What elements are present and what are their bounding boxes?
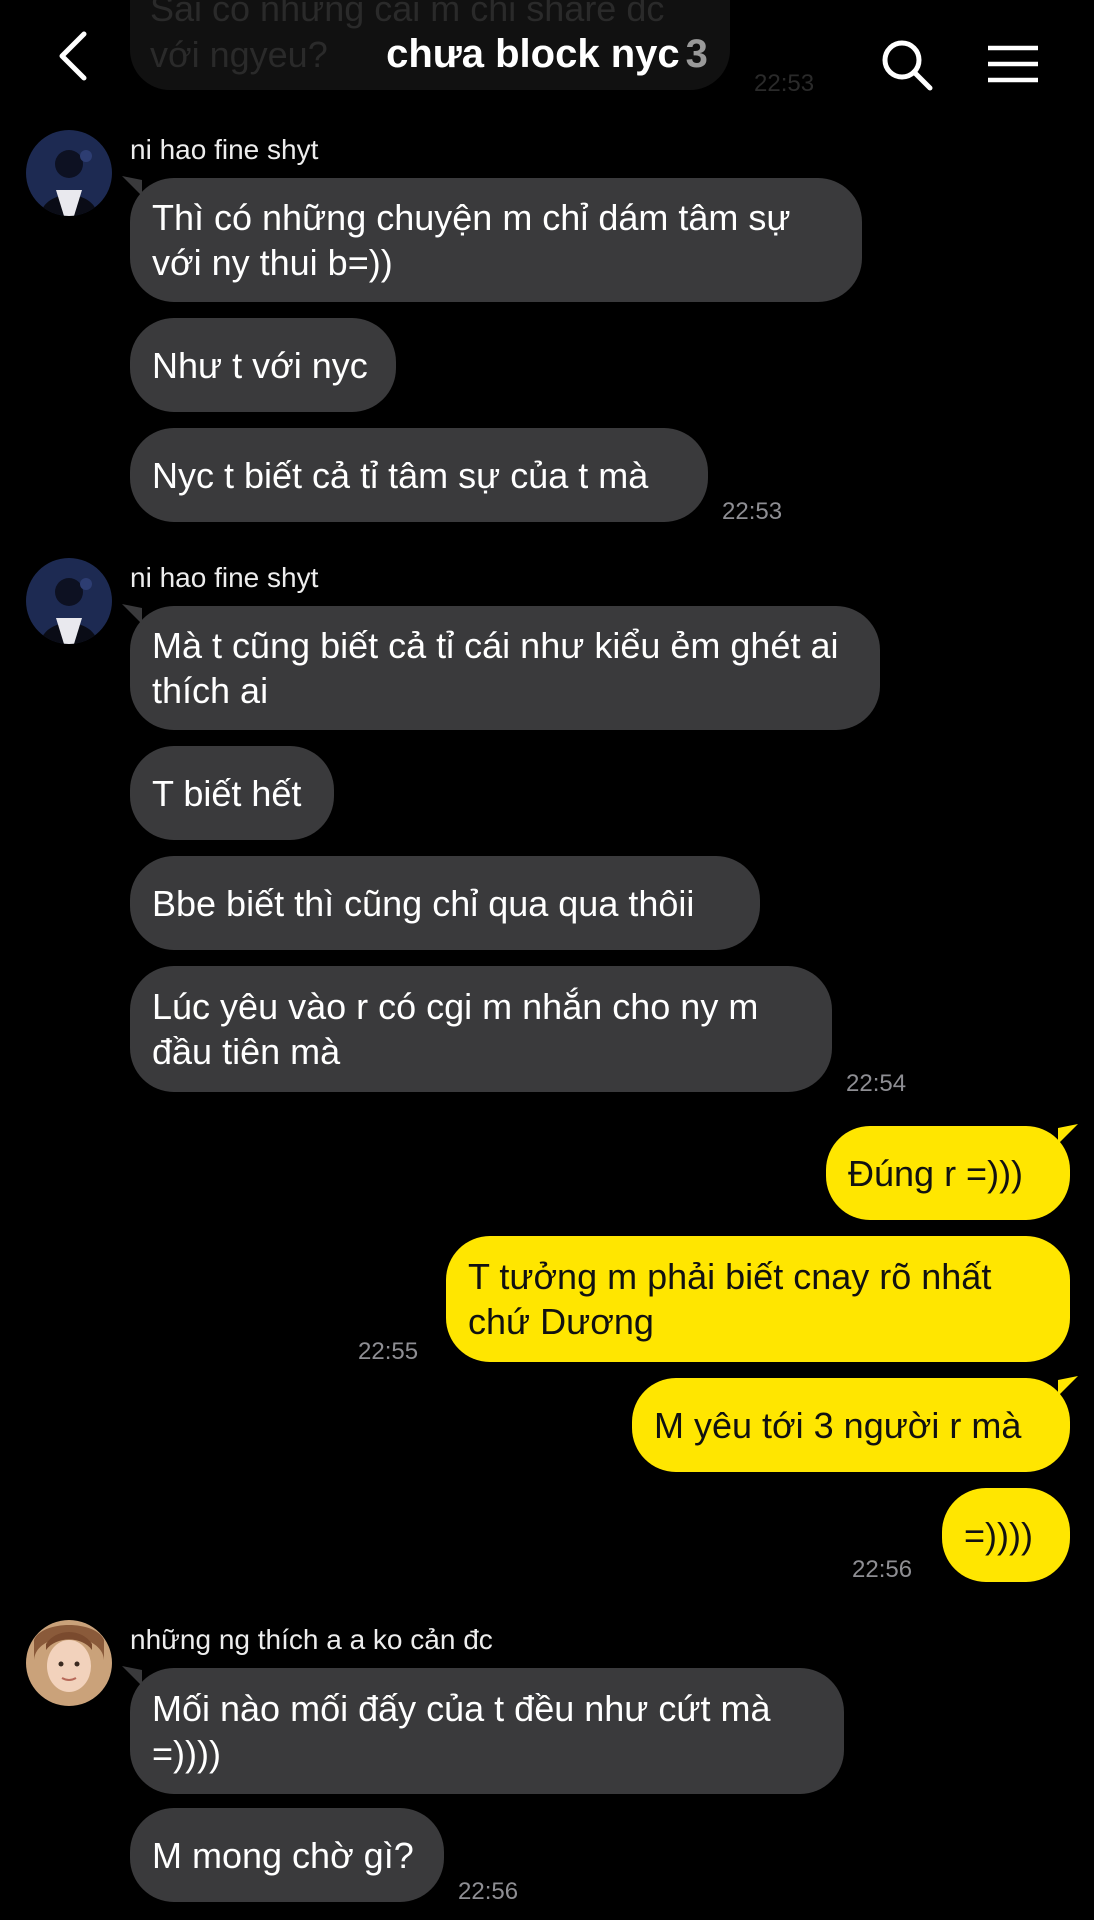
- bubble-tail: [122, 604, 142, 624]
- bubble-tail: [122, 1666, 142, 1686]
- message-bubble[interactable]: Mà t cũng biết cả tỉ cái như kiểu ẻm ghé…: [130, 606, 880, 730]
- message-time: 22:53: [722, 498, 783, 525]
- message-text: T biết hết: [152, 772, 302, 814]
- message-text: Mà t cũng biết cả tỉ cái như kiểu ẻm ghé…: [152, 625, 839, 711]
- search-icon: [882, 40, 933, 91]
- avatar[interactable]: [26, 558, 112, 644]
- message-text: Thì có những chuyện m chỉ dám tâm sự với…: [152, 197, 791, 283]
- message-bubble[interactable]: T biết hết: [130, 746, 334, 840]
- menu-button[interactable]: [986, 44, 1040, 84]
- avatar-image-icon: [26, 1620, 112, 1706]
- message-bubble[interactable]: Mối nào mối đấy của t đều như cứt mà =))…: [130, 1668, 844, 1794]
- bubble-tail: [1058, 1124, 1078, 1144]
- message-text: Bbe biết thì cũng chỉ qua qua thôii: [152, 882, 695, 924]
- message-time: 22:56: [458, 1878, 519, 1905]
- message-text: M mong chờ gì?: [152, 1834, 414, 1876]
- message-time: 22:56: [852, 1556, 913, 1583]
- message-bubble[interactable]: Đúng r =))): [826, 1126, 1070, 1220]
- message-bubble[interactable]: Thì có những chuyện m chỉ dám tâm sự với…: [130, 178, 862, 302]
- message-text: T tưởng m phải biết cnay rõ nhất chứ Dươ…: [468, 1256, 992, 1342]
- message-text: Nyc t biết cả tỉ tâm sự của t mà: [152, 454, 649, 496]
- bubble-tail: [122, 176, 142, 196]
- chat-name: chưa block nyc: [386, 32, 680, 76]
- avatar[interactable]: [26, 130, 112, 216]
- message-text: Đúng r =))): [848, 1152, 1024, 1194]
- message-time: 22:55: [358, 1338, 419, 1365]
- message-bubble[interactable]: =)))): [942, 1488, 1070, 1582]
- avatar-image-icon: [26, 130, 112, 216]
- message-bubble[interactable]: Lúc yêu vào r có cgi m nhắn cho ny m đầu…: [130, 966, 832, 1092]
- avatar[interactable]: [26, 1620, 112, 1706]
- sender-name: những ng thích a a ko cản đc: [130, 1624, 493, 1655]
- message-bubble[interactable]: M mong chờ gì?: [130, 1808, 444, 1902]
- avatar-image-icon: [26, 558, 112, 644]
- message-text: Mối nào mối đấy của t đều như cứt mà =))…: [152, 1688, 771, 1774]
- message-text: =)))): [964, 1514, 1033, 1556]
- message-text: Như t với nyc: [152, 344, 368, 386]
- message-time: 22:54: [846, 1070, 907, 1097]
- message-bubble[interactable]: T tưởng m phải biết cnay rõ nhất chứ Dươ…: [446, 1236, 1070, 1362]
- sender-name: ni hao fine shyt: [130, 134, 319, 165]
- menu-icon: [988, 45, 1038, 83]
- message-bubble[interactable]: M yêu tới 3 người r mà: [632, 1378, 1070, 1472]
- message-text: M yêu tới 3 người r mà: [654, 1404, 1022, 1446]
- message-bubble[interactable]: Bbe biết thì cũng chỉ qua qua thôii: [130, 856, 760, 950]
- message-bubble[interactable]: Như t với nyc: [130, 318, 396, 412]
- member-count: 3: [685, 32, 708, 76]
- bubble-tail: [1058, 1376, 1078, 1396]
- sender-name: ni hao fine shyt: [130, 562, 319, 593]
- message-text: Lúc yêu vào r có cgi m nhắn cho ny m đầu…: [152, 986, 759, 1072]
- search-button[interactable]: [880, 38, 934, 92]
- message-bubble[interactable]: Nyc t biết cả tỉ tâm sự của t mà: [130, 428, 708, 522]
